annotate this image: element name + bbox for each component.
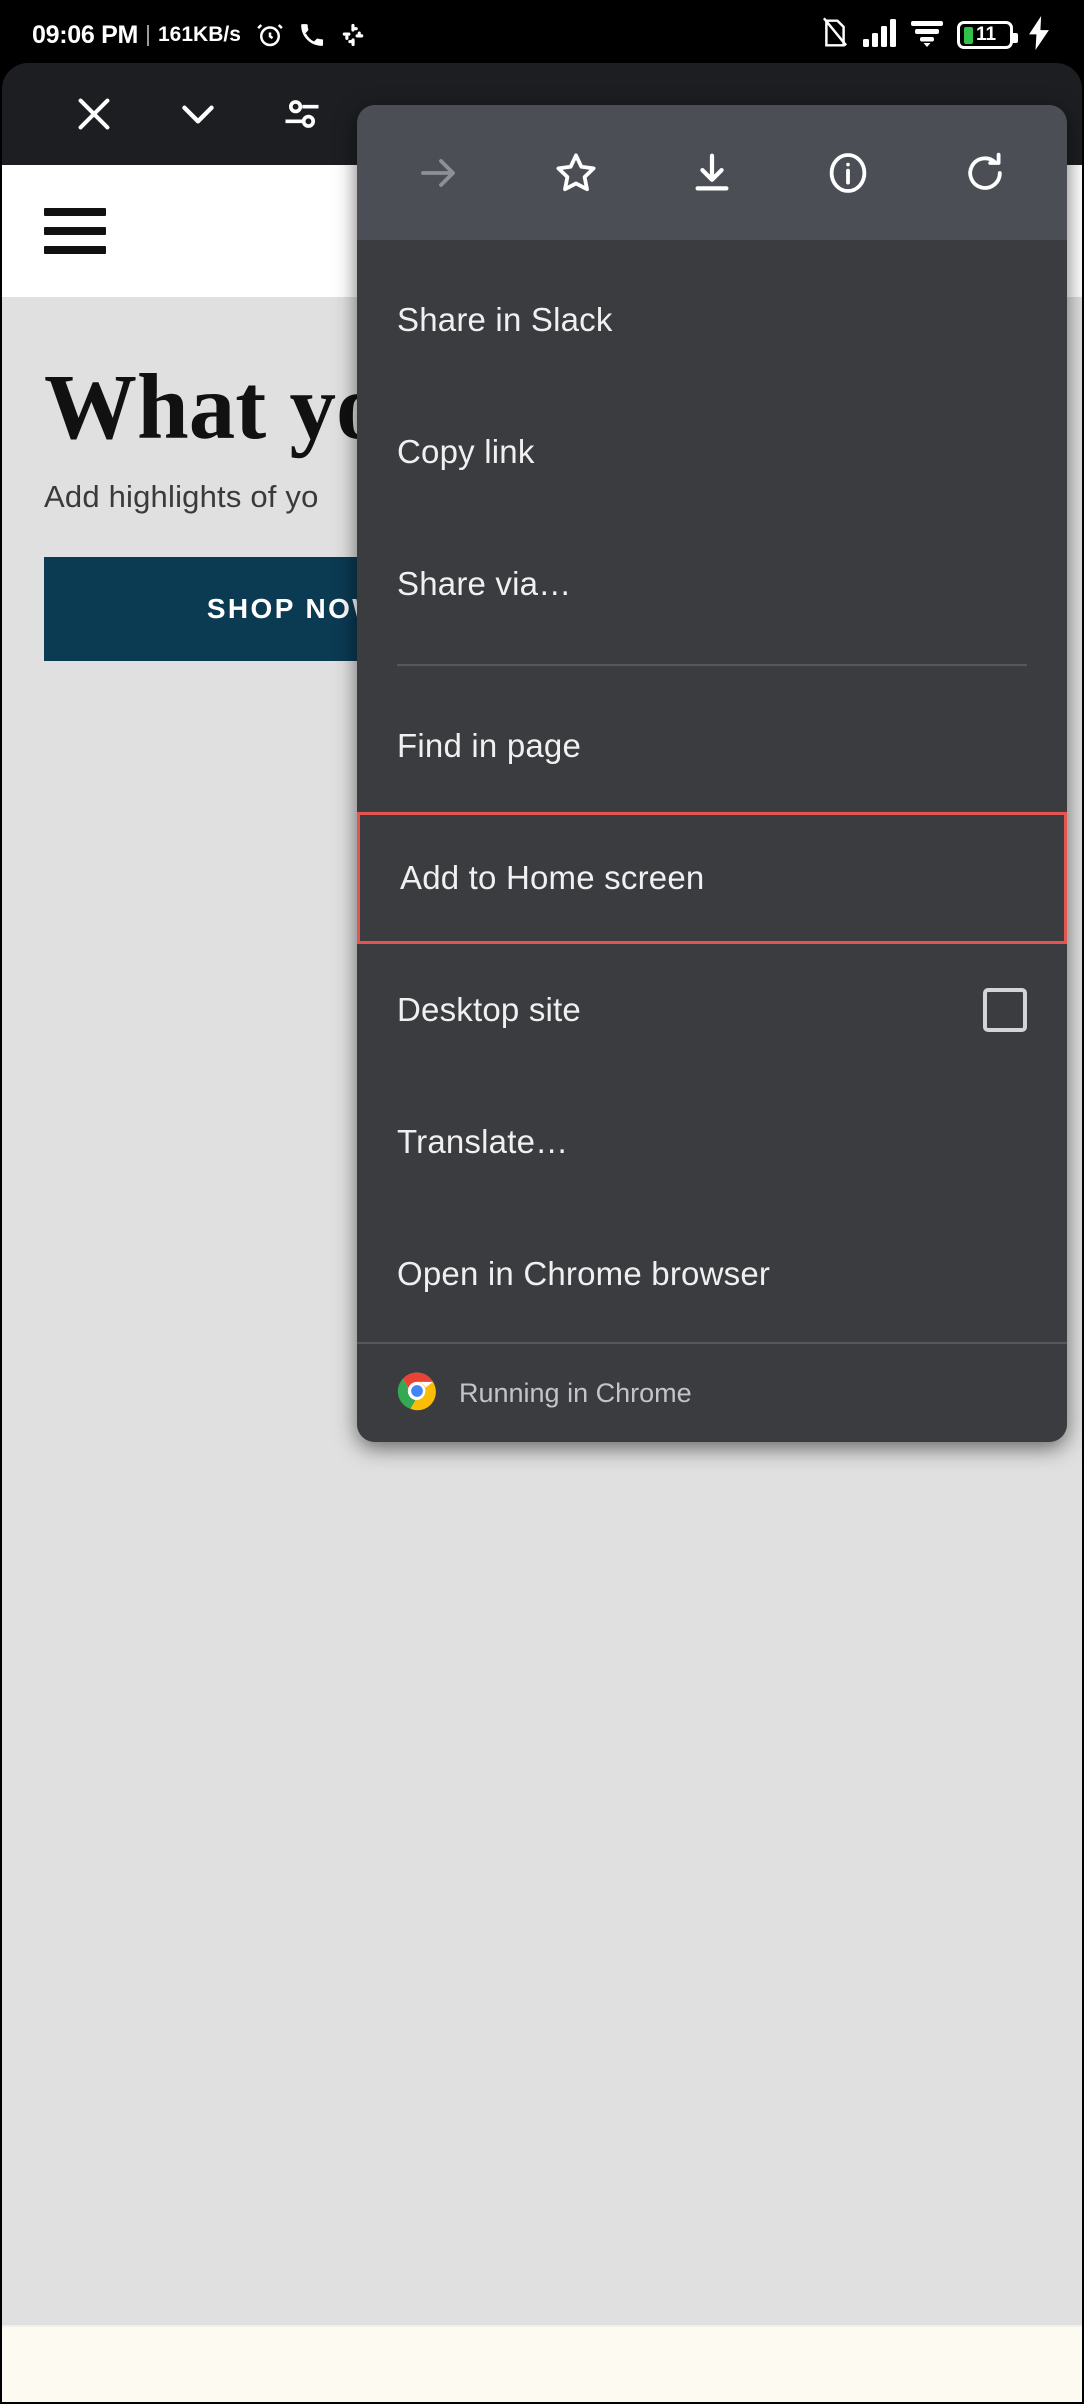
desktop-site-checkbox[interactable]	[983, 988, 1027, 1032]
running-in-chrome-label: Running in Chrome	[459, 1377, 692, 1408]
bookmark-star-icon[interactable]	[530, 127, 622, 219]
menu-item-share-in-slack[interactable]: Share in Slack	[357, 254, 1067, 386]
menu-item-label: Copy link	[397, 433, 535, 470]
clock-label: 09:06 PM	[32, 20, 138, 49]
hamburger-menu-icon[interactable]	[44, 208, 106, 254]
charging-bolt-icon	[1026, 15, 1052, 55]
menu-item-desktop-site[interactable]: Desktop site	[357, 944, 1067, 1076]
menu-item-translate[interactable]: Translate…	[357, 1076, 1067, 1208]
status-bar: 09:06 PM 161KB/s 11	[0, 0, 1084, 70]
menu-divider	[397, 664, 1027, 666]
download-icon[interactable]	[666, 127, 758, 219]
menu-item-list: Share in Slack Copy link Share via… Find…	[357, 240, 1067, 1340]
alarm-icon	[255, 20, 285, 50]
slack-icon	[339, 21, 367, 49]
battery-percent-label: 11	[976, 24, 997, 45]
menu-item-label: Translate…	[397, 1123, 569, 1160]
browser-overflow-menu: Share in Slack Copy link Share via… Find…	[357, 105, 1067, 1442]
menu-item-find-in-page[interactable]: Find in page	[357, 680, 1067, 812]
hamburger-bar	[44, 227, 106, 235]
forward-arrow-icon	[393, 127, 485, 219]
menu-item-label: Share in Slack	[397, 301, 613, 338]
menu-item-label: Desktop site	[397, 991, 581, 1028]
close-icon[interactable]	[42, 63, 146, 165]
screen-root: 09:06 PM 161KB/s 11 What yo Add highligh…	[0, 0, 1084, 2404]
menu-item-label: Open in Chrome browser	[397, 1255, 771, 1292]
menu-item-add-to-home-screen[interactable]: Add to Home screen	[357, 812, 1067, 944]
network-speed-label: 161KB/s	[158, 23, 241, 46]
menu-item-label: Find in page	[397, 727, 582, 764]
wifi-icon	[910, 18, 944, 53]
menu-item-label: Share via…	[397, 565, 572, 602]
menu-header-toolbar	[357, 105, 1067, 240]
refresh-icon[interactable]	[939, 127, 1031, 219]
menu-footer: Running in Chrome	[357, 1342, 1067, 1442]
chrome-logo-icon	[397, 1371, 437, 1416]
phone-call-icon	[299, 22, 325, 48]
signal-bars-icon	[863, 18, 897, 53]
tune-icon[interactable]	[250, 63, 354, 165]
battery-fill	[964, 26, 973, 44]
menu-item-label: Add to Home screen	[400, 859, 705, 896]
hamburger-bar	[44, 246, 106, 254]
menu-item-copy-link[interactable]: Copy link	[357, 386, 1067, 518]
status-divider	[147, 24, 149, 46]
page-info-icon[interactable]	[802, 127, 894, 219]
status-bar-right: 11	[820, 15, 1052, 55]
hamburger-bar	[44, 208, 106, 216]
page-footer-band	[2, 2325, 1082, 2402]
menu-item-open-in-chrome-browser[interactable]: Open in Chrome browser	[357, 1208, 1067, 1340]
battery-indicator: 11	[957, 21, 1018, 49]
menu-item-share-via[interactable]: Share via…	[357, 518, 1067, 650]
chevron-down-icon[interactable]	[146, 63, 250, 165]
status-bar-left: 09:06 PM 161KB/s	[32, 20, 367, 50]
no-sim-icon	[820, 16, 850, 54]
